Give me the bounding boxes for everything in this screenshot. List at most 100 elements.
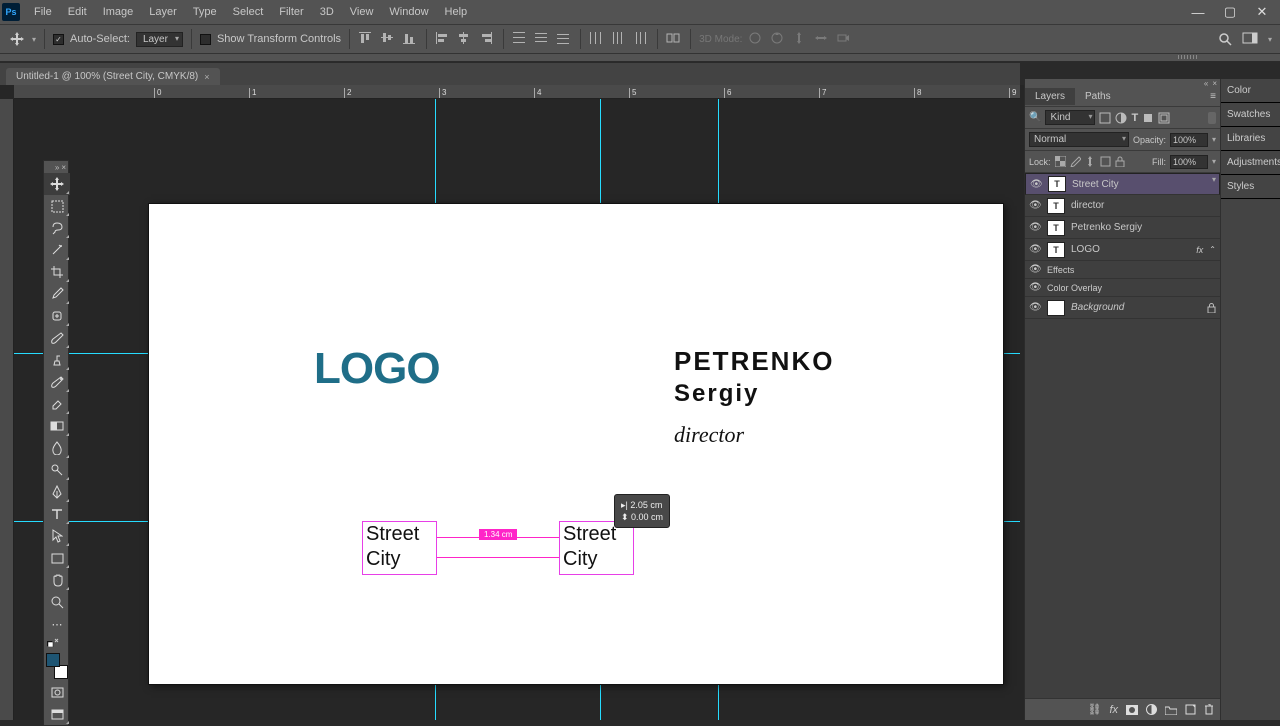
hand-tool[interactable] [44,569,70,591]
layer-row[interactable]: 👁 T director [1025,195,1220,217]
3d-camera-icon[interactable] [836,31,852,47]
new-group-icon[interactable] [1165,705,1177,715]
layer-name[interactable]: Background [1071,302,1201,313]
path-select-tool[interactable] [44,525,70,547]
menu-help[interactable]: Help [437,0,476,24]
layer-row[interactable]: 👁 T Street City [1025,173,1220,195]
panel-tab-adjustments[interactable]: Adjustments [1221,151,1280,175]
healing-brush-tool[interactable] [44,305,70,327]
foreground-color-swatch[interactable] [46,653,60,667]
close-button[interactable]: ✕ [1246,1,1278,23]
edit-toolbar-button[interactable]: ⋯ [44,613,70,635]
magic-wand-tool[interactable] [44,239,70,261]
ruler-horizontal[interactable]: 0 1 2 3 4 5 6 7 8 9 [14,85,1020,99]
clone-stamp-tool[interactable] [44,349,70,371]
menu-filter[interactable]: Filter [271,0,311,24]
artwork-name-line2[interactable]: Sergiy [674,380,759,408]
3d-orbit-icon[interactable] [748,31,764,47]
dodge-tool[interactable] [44,459,70,481]
filter-type-icon[interactable]: T [1131,112,1138,124]
maximize-button[interactable]: ▢ [1214,1,1246,23]
panel-menu-icon[interactable]: ≡ [1206,91,1220,102]
filter-toggle[interactable] [1208,112,1216,124]
artwork-name-line1[interactable]: PETRENKO [674,346,834,377]
gradient-tool[interactable] [44,415,70,437]
showtransform-checkbox[interactable] [200,34,211,45]
textblock-original[interactable]: Street City [362,521,437,575]
move-tool[interactable] [44,173,70,195]
lasso-tool[interactable] [44,217,70,239]
opacity-field[interactable]: 100% [1170,133,1208,147]
adjustment-layer-icon[interactable] [1146,704,1157,715]
canvas-viewport[interactable]: LOGO PETRENKO Sergiy director Street Cit… [14,99,1020,720]
screenmode-toggle[interactable] [44,703,70,725]
crop-tool[interactable] [44,261,70,283]
visibility-icon[interactable]: 👁 [1029,264,1041,275]
lock-artboard-icon[interactable] [1100,156,1111,167]
blendmode-select[interactable]: Normal [1029,132,1129,147]
menu-type[interactable]: Type [185,0,225,24]
artwork-logo[interactable]: LOGO [314,344,440,394]
new-layer-icon[interactable] [1185,704,1196,715]
layer-row[interactable]: 👁 T Petrenko Sergiy [1025,217,1220,239]
autoalign-icon[interactable] [666,31,682,47]
search-icon[interactable] [1218,32,1232,46]
artwork-role[interactable]: director [674,422,744,448]
textblock-drag[interactable]: Street City [559,521,634,575]
layer-name[interactable]: Street City [1072,179,1215,190]
align-bottom-icon[interactable] [402,31,418,47]
lock-position-icon[interactable] [1085,156,1096,167]
align-top-icon[interactable] [358,31,374,47]
align-right-icon[interactable] [479,31,495,47]
layer-row-background[interactable]: 👁 Background [1025,297,1220,319]
distribute-right-icon[interactable] [633,31,649,47]
type-tool[interactable] [44,503,70,525]
filter-shape-icon[interactable] [1142,112,1154,124]
layer-name[interactable]: LOGO [1071,244,1190,255]
ruler-vertical[interactable] [0,99,14,720]
workspace-switch-icon[interactable] [1242,32,1258,46]
quickmask-toggle[interactable] [44,681,70,703]
fgbg-swatch[interactable] [44,651,70,681]
history-brush-tool[interactable] [44,371,70,393]
align-hcenter-icon[interactable] [457,31,473,47]
visibility-icon[interactable]: 👁 [1029,200,1041,211]
distribute-top-icon[interactable] [512,31,528,47]
visibility-icon[interactable]: 👁 [1029,302,1041,313]
3d-pan-icon[interactable] [792,31,808,47]
marquee-tool[interactable] [44,195,70,217]
swap-colors-icon[interactable] [44,635,70,649]
menu-edit[interactable]: Edit [60,0,95,24]
filter-pixel-icon[interactable] [1099,112,1111,124]
panel-tab-libraries[interactable]: Libraries [1221,127,1280,151]
3d-slide-icon[interactable] [814,31,830,47]
tab-layers[interactable]: Layers [1025,88,1075,105]
lock-pixels-icon[interactable] [1070,156,1081,167]
visibility-icon[interactable]: 👁 [1029,222,1041,233]
fx-expand-icon[interactable]: ⌃ [1209,245,1216,254]
panel-tab-swatches[interactable]: Swatches [1221,103,1280,127]
lock-all-icon[interactable] [1115,156,1125,167]
blur-tool[interactable] [44,437,70,459]
delete-layer-icon[interactable] [1204,704,1214,715]
layer-name[interactable]: Petrenko Sergiy [1071,222,1216,233]
menu-3d[interactable]: 3D [312,0,342,24]
panel-tab-styles[interactable]: Styles [1221,175,1280,199]
menu-file[interactable]: File [26,0,60,24]
align-left-icon[interactable] [435,31,451,47]
filter-smart-icon[interactable] [1158,112,1170,124]
layer-effects-header[interactable]: 👁 Effects [1025,261,1220,279]
layer-fx-icon[interactable]: fx [1109,704,1118,716]
pen-tool[interactable] [44,481,70,503]
lock-trans-icon[interactable] [1055,156,1066,167]
rectangle-tool[interactable] [44,547,70,569]
visibility-icon[interactable]: 👁 [1030,179,1042,190]
filter-adjust-icon[interactable] [1115,112,1127,124]
layer-effect-item[interactable]: 👁 Color Overlay [1025,279,1220,297]
3d-roll-icon[interactable] [770,31,786,47]
lock-icon[interactable] [1207,303,1216,313]
menu-layer[interactable]: Layer [141,0,185,24]
zoom-tool[interactable] [44,591,70,613]
brush-tool[interactable] [44,327,70,349]
visibility-icon[interactable]: 👁 [1029,244,1041,255]
